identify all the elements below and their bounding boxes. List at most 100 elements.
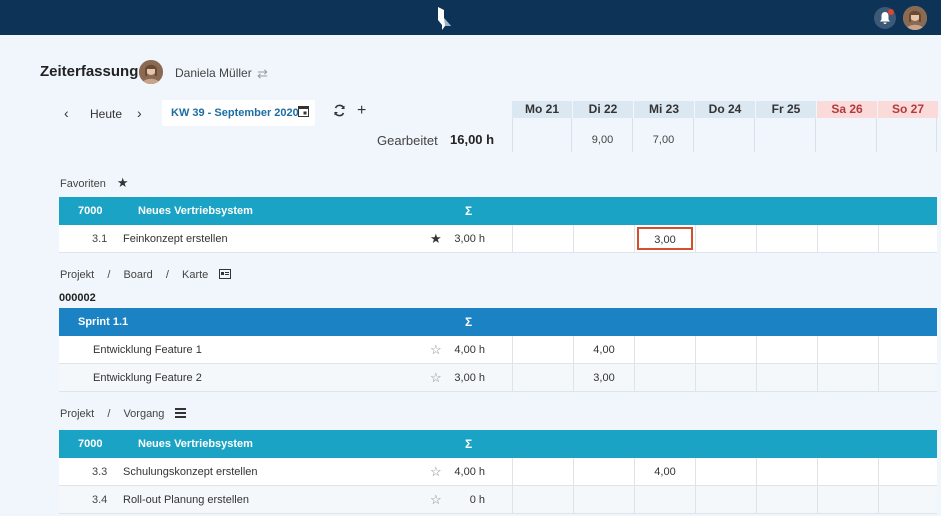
task-total: 3,00 h (454, 372, 485, 384)
time-cell-tue[interactable] (573, 486, 634, 513)
time-cell-thu[interactable] (695, 458, 756, 485)
favorite-star-outline-icon[interactable]: ☆ (430, 342, 442, 358)
breadcrumb-project[interactable]: Projekt (60, 269, 94, 281)
time-cell-wed-active[interactable]: 3,00 (637, 227, 693, 250)
time-cell-wed[interactable] (634, 364, 695, 391)
time-cell-tue[interactable] (573, 458, 634, 485)
calendar-icon[interactable] (298, 105, 309, 120)
time-cell-fri[interactable] (756, 458, 817, 485)
day-sum-fri (756, 118, 816, 152)
table-row[interactable]: 3.3 Schulungskonzept erstellen ☆ 4,00 h … (59, 458, 937, 486)
time-cell-mon[interactable] (512, 486, 573, 513)
task-name: Roll-out Planung erstellen (123, 494, 249, 506)
swap-user-icon[interactable]: ⇄ (257, 66, 268, 82)
user-avatar (139, 60, 163, 84)
day-sum-sat (817, 118, 877, 152)
group-name: Neues Vertriebsystem (138, 438, 253, 450)
worked-total: 16,00 h (450, 132, 495, 147)
time-cell-sat[interactable] (817, 225, 878, 252)
favorites-label: Favoriten (60, 178, 106, 190)
time-cell-sun[interactable] (878, 364, 937, 391)
table-row[interactable]: Entwicklung Feature 1 ☆ 4,00 h 4,00 (59, 336, 937, 364)
favorite-star-outline-icon[interactable]: ☆ (430, 370, 442, 386)
task-name: Entwicklung Feature 2 (93, 372, 202, 384)
next-week-chevron-icon[interactable]: › (137, 105, 142, 121)
refresh-icon[interactable] (333, 104, 346, 120)
day-sum-thu (695, 118, 755, 152)
time-cell-thu[interactable] (695, 364, 756, 391)
table-row[interactable]: Entwicklung Feature 2 ☆ 3,00 h 3,00 (59, 364, 937, 392)
app-logo[interactable] (436, 7, 452, 30)
day-sum-wed: 7,00 (634, 118, 694, 152)
today-button[interactable]: Heute (90, 107, 122, 121)
table-row[interactable]: 3.1 Feinkonzept erstellen ★ 3,00 h 3,00 (59, 225, 937, 253)
time-cell-sat[interactable] (817, 458, 878, 485)
task-number: 3.1 (92, 233, 108, 245)
add-entry-plus-icon[interactable]: + (357, 102, 366, 120)
time-cell-wed[interactable] (634, 336, 695, 363)
time-cell-mon[interactable] (512, 364, 573, 391)
group-sum-sigma: Σ (465, 437, 473, 451)
time-cell-tue[interactable] (573, 225, 634, 252)
time-cell-thu[interactable] (695, 486, 756, 513)
time-cell-fri[interactable] (756, 486, 817, 513)
time-cell-wed[interactable]: 4,00 (634, 458, 695, 485)
day-sum-mon (512, 118, 572, 152)
page-title: Zeiterfassung (40, 63, 139, 80)
top-bar (0, 0, 941, 35)
breadcrumb-board[interactable]: Board (123, 269, 152, 281)
day-header-thu: Do 24 (695, 101, 755, 118)
breadcrumb-process[interactable]: Vorgang (123, 408, 164, 420)
week-picker[interactable]: KW 39 - September 2020 (162, 100, 315, 126)
time-cell-fri[interactable] (756, 336, 817, 363)
time-cell-thu[interactable] (695, 336, 756, 363)
time-cell-mon[interactable] (512, 336, 573, 363)
time-cell-sat[interactable] (817, 336, 878, 363)
time-cell-fri[interactable] (756, 225, 817, 252)
task-name: Entwicklung Feature 1 (93, 344, 202, 356)
favorite-star-outline-icon[interactable]: ☆ (430, 492, 442, 508)
task-total: 4,00 h (454, 466, 485, 478)
time-cell-sat[interactable] (817, 364, 878, 391)
previous-week-chevron-icon[interactable]: ‹ (64, 105, 69, 121)
day-header-tue: Di 22 (573, 101, 633, 118)
group-id: 7000 (78, 438, 103, 450)
favorites-star-icon: ★ (116, 175, 129, 190)
day-header-fri: Fr 25 (756, 101, 816, 118)
day-header-wed: Mi 23 (634, 101, 694, 118)
breadcrumb-project[interactable]: Projekt (60, 408, 94, 420)
time-cell-sat[interactable] (817, 486, 878, 513)
group-sum-sigma: Σ (465, 315, 473, 329)
time-cell-sun[interactable] (878, 225, 937, 252)
time-cell-sun[interactable] (878, 486, 937, 513)
time-cell-fri[interactable] (756, 364, 817, 391)
account-avatar[interactable] (903, 6, 927, 30)
time-cell-tue[interactable]: 4,00 (573, 336, 634, 363)
time-cell-wed[interactable] (634, 486, 695, 513)
group-id: 7000 (78, 205, 103, 217)
task-total: 3,00 h (454, 233, 485, 245)
sprint-group-bar: Sprint 1.1 Σ (59, 308, 937, 336)
time-cell-thu[interactable] (695, 225, 756, 252)
day-header-sat: Sa 26 (817, 101, 877, 118)
time-cell-sun[interactable] (878, 458, 937, 485)
favorite-star-outline-icon[interactable]: ☆ (430, 464, 442, 480)
task-total: 0 h (469, 494, 485, 506)
favorites-group-bar: 7000 Neues Vertriebsystem Σ (59, 197, 937, 225)
favorites-section-label: Favoriten ★ (60, 175, 129, 191)
time-cell-mon[interactable] (512, 225, 573, 252)
breadcrumb-separator: / (165, 269, 169, 281)
time-cell-sun[interactable] (878, 336, 937, 363)
week-label: KW 39 - September 2020 (171, 107, 299, 119)
notification-bell-icon[interactable] (874, 7, 896, 29)
time-cell-mon[interactable] (512, 458, 573, 485)
day-header-sun: So 27 (878, 101, 938, 118)
day-header-mon: Mo 21 (512, 101, 572, 118)
table-row[interactable]: 3.4 Roll-out Planung erstellen ☆ 0 h (59, 486, 937, 514)
card-icon (219, 269, 232, 282)
process-breadcrumb: Projekt / Vorgang (60, 408, 187, 421)
time-cell-tue[interactable]: 3,00 (573, 364, 634, 391)
favorite-star-icon[interactable]: ★ (430, 231, 442, 247)
board-id: 000002 (59, 292, 96, 304)
breadcrumb-card[interactable]: Karte (182, 269, 208, 281)
